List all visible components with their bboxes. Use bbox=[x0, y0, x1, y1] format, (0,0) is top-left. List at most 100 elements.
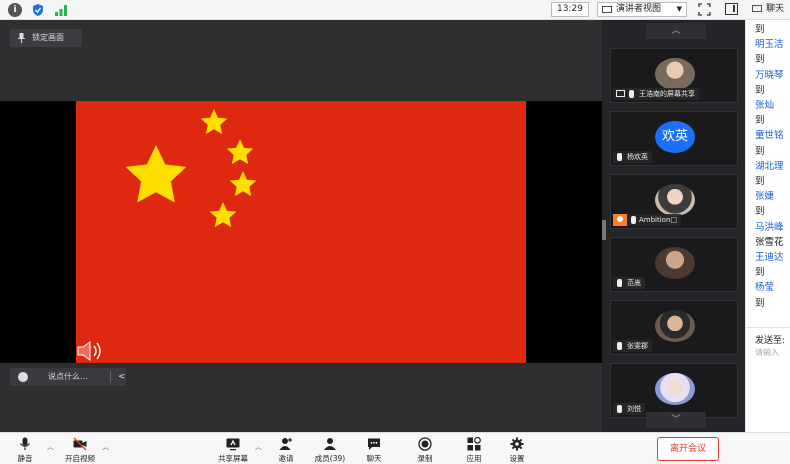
video-label: 开启视频 bbox=[65, 454, 95, 463]
screen-share-icon bbox=[616, 90, 625, 97]
comment-placeholder: 说点什么... bbox=[48, 372, 88, 381]
microphone-icon bbox=[20, 437, 30, 450]
grid-icon bbox=[602, 6, 612, 13]
chat-title: 聊天 bbox=[766, 4, 785, 14]
chat-bubble-icon bbox=[368, 438, 380, 450]
send-to-label[interactable]: 发送至: bbox=[755, 333, 785, 346]
participant-tile[interactable]: 张雯郡 bbox=[610, 300, 738, 355]
chat-panel: 到明玉洁到万晓琴到张灿到童世铭到湖北理到张婕到马洪峰 张雪花 王迪达到杨莹到 发送至… bbox=[745, 20, 790, 432]
leave-meeting-button[interactable]: 离开会议 bbox=[657, 437, 719, 461]
settings-label: 设置 bbox=[509, 454, 525, 463]
avatar bbox=[655, 310, 695, 342]
avatar bbox=[655, 247, 695, 279]
participant-name: 刘悦 bbox=[627, 405, 641, 413]
chevron-down-icon: ▼ bbox=[676, 5, 682, 13]
scroll-down-button[interactable]: ﹀ bbox=[646, 412, 706, 428]
invite-button[interactable]: 邀请 bbox=[266, 436, 306, 464]
share-screen-label: 共享屏幕 bbox=[218, 454, 248, 463]
pin-icon bbox=[18, 33, 25, 43]
mute-label: 静音 bbox=[17, 454, 33, 463]
members-button[interactable]: 成员(39) bbox=[310, 436, 350, 464]
chat-sender-name[interactable]: 杨莹 bbox=[755, 281, 774, 295]
chat-sender-name[interactable]: 童世铭 bbox=[755, 129, 784, 143]
members-icon bbox=[324, 438, 336, 450]
meeting-toolbar: 静音 ︿ 开启视频 ︿ 共享屏幕 ︿ 邀请 成员(39) 聊天 录制 应用 设置… bbox=[0, 432, 790, 464]
participant-label: Ambition□ bbox=[627, 214, 682, 226]
participant-name: 张雯郡 bbox=[627, 342, 648, 350]
strip-resize-handle[interactable] bbox=[602, 220, 606, 240]
chat-message: 到 bbox=[755, 297, 765, 309]
apps-button[interactable]: 应用 bbox=[454, 436, 494, 464]
participant-label: 王浩南的屏幕共享 bbox=[613, 88, 699, 100]
sidebar-toggle-icon[interactable] bbox=[725, 3, 738, 15]
participant-tile[interactable]: 范嵩 bbox=[610, 237, 738, 292]
shield-icon[interactable] bbox=[31, 3, 45, 17]
record-button[interactable]: 录制 bbox=[405, 436, 445, 464]
quick-comment-box[interactable]: 说点什么... < bbox=[10, 368, 126, 386]
collapse-chevron-icon[interactable]: < bbox=[118, 368, 126, 386]
top-bar: i 13:29 演讲者视图 ▼ 聊天 bbox=[0, 0, 790, 20]
record-label: 录制 bbox=[417, 454, 433, 463]
chat-message: 张雪花 bbox=[755, 236, 784, 248]
chat-sender-name[interactable]: 王迪达 bbox=[755, 251, 784, 265]
apps-icon bbox=[467, 437, 481, 451]
add-user-icon bbox=[279, 438, 292, 450]
settings-button[interactable]: 设置 bbox=[497, 436, 537, 464]
chevron-up-icon[interactable]: ︿ bbox=[47, 442, 54, 452]
mic-icon bbox=[617, 279, 622, 287]
video-button[interactable]: 开启视频 bbox=[60, 436, 100, 464]
divider bbox=[746, 327, 790, 328]
participant-strip: ︿ 王浩南的屏幕共享 欢英 杨欢英 Ambition□ 范嵩 张雯郡 刘悦 ﹀ bbox=[602, 20, 745, 432]
chat-sender-name[interactable]: 马洪峰 bbox=[755, 221, 784, 235]
invite-label: 邀请 bbox=[278, 454, 294, 463]
participant-label: 范嵩 bbox=[613, 277, 645, 289]
chat-sender-name[interactable]: 明玉洁 bbox=[755, 38, 784, 52]
chat-sender-name[interactable]: 张婕 bbox=[755, 190, 774, 204]
view-mode-dropdown[interactable]: 演讲者视图 ▼ bbox=[597, 2, 687, 17]
chat-icon bbox=[752, 5, 762, 12]
scroll-up-button[interactable]: ︿ bbox=[646, 23, 706, 39]
participant-label: 刘悦 bbox=[613, 403, 645, 415]
chat-sender-name[interactable]: 湖北理 bbox=[755, 160, 784, 174]
chat-sender-name[interactable]: 万晓琴 bbox=[755, 69, 784, 83]
view-mode-label: 演讲者视图 bbox=[616, 4, 662, 14]
chat-message: 到 bbox=[755, 54, 765, 66]
participant-label: 杨欢英 bbox=[613, 151, 652, 163]
info-icon[interactable]: i bbox=[8, 3, 22, 17]
mic-icon bbox=[631, 216, 636, 224]
participant-tile[interactable]: Ambition□ bbox=[610, 174, 738, 229]
avatar bbox=[655, 373, 695, 405]
signal-icon[interactable] bbox=[54, 3, 68, 17]
mic-icon bbox=[617, 405, 622, 413]
avatar bbox=[655, 58, 695, 90]
chat-label: 聊天 bbox=[366, 454, 382, 463]
emoji-icon[interactable] bbox=[18, 372, 28, 382]
participant-label: 张雯郡 bbox=[613, 340, 652, 352]
chat-input[interactable]: 请输入 bbox=[755, 347, 779, 358]
video-off-icon bbox=[73, 437, 87, 451]
speaker-icon[interactable] bbox=[76, 340, 106, 362]
participant-tile[interactable]: 王浩南的屏幕共享 bbox=[610, 48, 738, 103]
fullscreen-icon[interactable] bbox=[698, 3, 711, 16]
avatar: 欢英 bbox=[655, 121, 695, 153]
chat-panel-header: 聊天 bbox=[752, 2, 784, 17]
participant-name: 王浩南的屏幕共享 bbox=[639, 90, 695, 98]
participant-tile[interactable]: 欢英 杨欢英 bbox=[610, 111, 738, 166]
mic-icon bbox=[617, 342, 622, 350]
chevron-up-icon[interactable]: ︿ bbox=[255, 442, 262, 452]
chat-message: 到 bbox=[755, 84, 765, 96]
chevron-up-icon[interactable]: ︿ bbox=[102, 442, 109, 452]
mic-icon bbox=[629, 90, 634, 98]
chat-message: 到 bbox=[755, 24, 765, 35]
chat-sender-name[interactable]: 张灿 bbox=[755, 99, 774, 113]
mute-button[interactable]: 静音 bbox=[5, 436, 45, 464]
share-screen-button[interactable]: 共享屏幕 bbox=[213, 436, 253, 464]
chat-button[interactable]: 聊天 bbox=[354, 436, 394, 464]
gear-icon bbox=[510, 437, 524, 451]
chat-message: 到 bbox=[755, 206, 765, 218]
participant-tile[interactable]: 刘悦 bbox=[610, 363, 738, 418]
lock-screen-label: 锁定画面 bbox=[32, 33, 64, 42]
meeting-clock: 13:29 bbox=[551, 2, 589, 17]
apps-label: 应用 bbox=[466, 454, 482, 463]
lock-screen-button[interactable]: 锁定画面 bbox=[10, 29, 82, 47]
